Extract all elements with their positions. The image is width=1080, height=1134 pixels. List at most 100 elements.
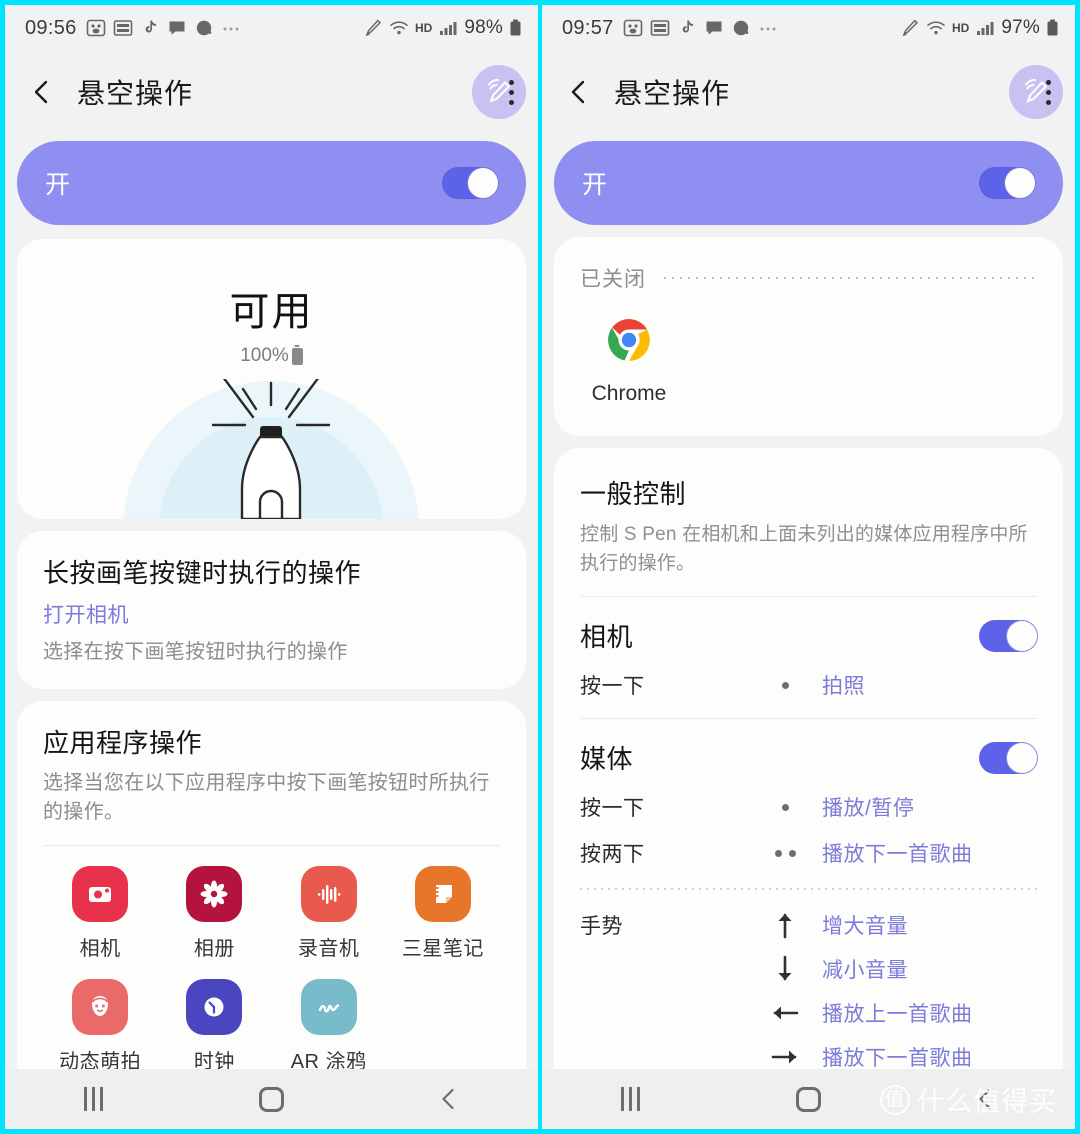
- control-group-camera-header[interactable]: 相机: [580, 617, 1038, 654]
- gesture-row[interactable]: 减小音量: [580, 954, 1037, 984]
- page-title: 悬空操作: [614, 78, 731, 109]
- gesture-label: 手势: [580, 915, 623, 938]
- qq-icon: [194, 18, 214, 38]
- app-cell-recorder[interactable]: 录音机: [272, 866, 386, 961]
- master-switch-card[interactable]: 开: [17, 141, 526, 225]
- status-time: 09:56: [25, 16, 77, 39]
- notes-icon: [414, 866, 471, 922]
- kebab-icon[interactable]: [499, 74, 524, 111]
- control-group-name: 媒体: [580, 744, 634, 774]
- general-control-title: 一般控制: [580, 479, 687, 509]
- divider: [43, 845, 500, 846]
- control-row-value: 拍照: [822, 675, 865, 698]
- app-cell-ar-emoji[interactable]: 动态萌拍: [43, 979, 157, 1069]
- control-row[interactable]: 按一下 拍照: [580, 670, 1037, 700]
- control-group-media-header[interactable]: 媒体: [580, 739, 1038, 776]
- left-phone-screen: 09:56 HD 98% 悬空操作 开 可用 100% 长按画笔按键时执行的操作…: [5, 5, 538, 1129]
- app-cell-samsung-notes[interactable]: 三星笔记: [386, 866, 500, 961]
- home-icon[interactable]: [226, 1069, 316, 1129]
- app-cell-chrome[interactable]: Chrome: [580, 315, 678, 406]
- watermark: 值 什么值得买: [880, 1080, 1057, 1119]
- app-bar: 悬空操作: [542, 51, 1075, 133]
- pen-status-state: 可用: [229, 290, 314, 334]
- right-phone-screen: 09:57 HD 97% 悬空操作 开 已关闭 Chrome 一般控制 控制 S…: [542, 5, 1075, 1129]
- battery-icon: [1046, 18, 1059, 38]
- settings-scroll-area[interactable]: 开 可用 100% 长按画笔按键时执行的操作 打开相机 选择在按下画笔按钮时执行…: [5, 133, 538, 1069]
- gesture-value: 增大音量: [822, 915, 908, 938]
- app-cell-gallery[interactable]: 相册: [157, 866, 271, 961]
- wifi-icon: [926, 18, 946, 38]
- long-press-action-card[interactable]: 长按画笔按键时执行的操作 打开相机 选择在按下画笔按钮时执行的操作: [17, 531, 526, 689]
- master-switch-card[interactable]: 开: [554, 141, 1063, 225]
- gesture-row[interactable]: 手势 增大音量: [580, 910, 1037, 940]
- control-row[interactable]: 按两下 播放下一首歌曲: [580, 838, 1037, 868]
- recent-apps-icon[interactable]: [49, 1069, 139, 1129]
- status-notification-icons: [623, 18, 778, 38]
- baidu-icon: [623, 18, 643, 38]
- app-cell-camera[interactable]: 相机: [43, 866, 157, 961]
- screenshot-stage: 09:56 HD 98% 悬空操作 开 可用 100% 长按画笔按键时执行的操作…: [0, 0, 1080, 1134]
- control-row[interactable]: 按一下 播放/暂停: [580, 792, 1037, 822]
- more-icon: [758, 18, 778, 38]
- kebab-icon[interactable]: [1036, 74, 1061, 111]
- hd-indicator: HD: [952, 21, 970, 35]
- app-cell-clock[interactable]: 时钟: [157, 979, 271, 1069]
- switch-knob: [467, 167, 499, 199]
- master-switch-toggle[interactable]: [979, 167, 1036, 199]
- more-icon: [221, 18, 241, 38]
- status-system-icons: HD 97%: [900, 17, 1059, 39]
- app-bar-actions: [472, 65, 526, 119]
- media-toggle[interactable]: [979, 741, 1038, 774]
- app-cell-ar-doodle[interactable]: AR 涂鸦: [272, 979, 386, 1069]
- wifi-icon: [389, 18, 409, 38]
- tiktok-icon: [677, 18, 697, 38]
- baidu-icon: [86, 18, 106, 38]
- gallery-icon: [186, 866, 243, 922]
- status-bar: 09:57 HD 97%: [542, 5, 1075, 51]
- app-label: 相册: [193, 938, 235, 960]
- battery-percent: 97%: [1001, 17, 1040, 38]
- status-notification-icons: [86, 18, 241, 38]
- master-switch-toggle[interactable]: [442, 167, 499, 199]
- app-label: AR 涂鸦: [290, 1051, 367, 1069]
- gesture-value: 播放下一首歌曲: [822, 1047, 973, 1069]
- signal-icon: [438, 18, 458, 38]
- arrow-down-icon: [748, 954, 822, 984]
- single-press-dot-icon: [748, 803, 822, 811]
- back-nav-icon[interactable]: [404, 1069, 494, 1129]
- switch-knob: [1006, 619, 1038, 652]
- back-icon[interactable]: [27, 77, 57, 107]
- tiktok-icon: [140, 18, 160, 38]
- pen-battery-value: 100%: [240, 345, 289, 366]
- pen-status-card: 可用 100%: [17, 239, 526, 519]
- off-section-label: 已关闭: [580, 268, 646, 291]
- message-icon: [167, 18, 187, 38]
- settings-scroll-area[interactable]: 开 已关闭 Chrome 一般控制 控制 S Pen 在相机和上面未列出的媒体应…: [542, 133, 1075, 1069]
- app-action-grid: 相机 相册 录音机 三星笔记 动态萌拍 时钟 AR 涂鸦: [43, 866, 500, 1069]
- app-label: 动态萌拍: [59, 1051, 142, 1069]
- home-icon[interactable]: [763, 1069, 853, 1129]
- divider: [580, 718, 1037, 719]
- signal-icon: [975, 18, 995, 38]
- app-label: 时钟: [193, 1051, 235, 1069]
- news-icon: [113, 18, 133, 38]
- long-press-desc: 选择在按下画笔按钮时执行的操作: [43, 641, 348, 663]
- camera-toggle[interactable]: [979, 619, 1038, 652]
- qq-icon: [731, 18, 751, 38]
- gesture-row[interactable]: 播放下一首歌曲: [580, 1042, 1037, 1069]
- app-bar-actions: [1009, 65, 1063, 119]
- app-label: 三星笔记: [401, 938, 484, 960]
- camera-icon: [72, 866, 129, 922]
- battery-icon: [509, 18, 522, 38]
- single-press-dot-icon: [748, 681, 822, 689]
- recent-apps-icon[interactable]: [586, 1069, 676, 1129]
- news-icon: [650, 18, 670, 38]
- arrow-right-icon: [748, 1046, 822, 1068]
- battery-icon: [291, 347, 303, 365]
- switch-knob: [1004, 167, 1036, 199]
- gesture-row[interactable]: 播放上一首歌曲: [580, 998, 1037, 1028]
- app-actions-card: 应用程序操作 选择当您在以下应用程序中按下画笔按钮时所执行的操作。 相机 相册 …: [17, 701, 526, 1069]
- back-icon[interactable]: [564, 77, 594, 107]
- pen-status-battery: 100%: [17, 345, 526, 367]
- message-icon: [704, 18, 724, 38]
